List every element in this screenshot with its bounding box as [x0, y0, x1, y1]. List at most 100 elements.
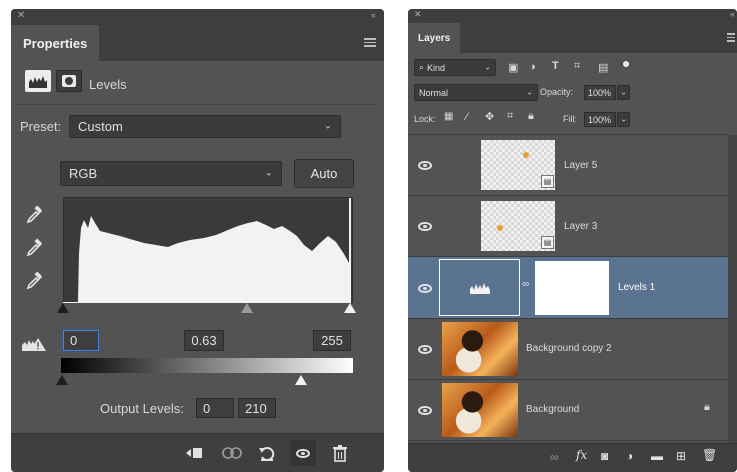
lock-position-icon[interactable]: ✥: [485, 110, 494, 123]
input-gamma-slider[interactable]: [241, 303, 253, 313]
chevron-down-icon: ⌄: [484, 62, 491, 72]
input-gamma-field[interactable]: 0.63: [184, 330, 224, 351]
auto-button[interactable]: Auto: [294, 159, 354, 188]
input-white-field[interactable]: 255: [313, 330, 351, 351]
mask-icon[interactable]: [56, 70, 82, 92]
white-point-eyedropper-icon[interactable]: [25, 271, 43, 291]
opacity-field[interactable]: 100%: [584, 85, 616, 100]
layer-row-layer-5[interactable]: ▤ Layer 5: [408, 135, 728, 196]
channel-dropdown[interactable]: RGB ⌄: [60, 161, 282, 186]
shape-filter-icon[interactable]: ⌗: [574, 60, 580, 73]
layers-toolbar: ∞ fx ◙ ◑ ▬ ⊞ 🗑︎: [408, 443, 737, 472]
layers-panel: ✕ « Layers ⌕ Kind ⌄ ▣ ◑ T ⌗ ▤ Normal ⌄ O…: [408, 9, 737, 472]
visibility-eye-icon[interactable]: [418, 222, 432, 231]
input-black-field[interactable]: 0: [63, 330, 99, 351]
layer-style-icon[interactable]: fx: [576, 448, 587, 462]
adjustment-filter-icon[interactable]: ◑: [529, 61, 536, 73]
type-filter-icon[interactable]: T: [552, 60, 559, 72]
adjustment-layer-thumbnail: [439, 259, 520, 316]
visibility-eye-icon[interactable]: [418, 284, 432, 293]
blend-mode-dropdown[interactable]: Normal ⌄: [414, 84, 538, 101]
close-icon[interactable]: ✕: [414, 9, 422, 20]
layer-thumbnail: [442, 322, 518, 376]
tab-layers[interactable]: Layers: [408, 23, 461, 53]
preset-value: Custom: [78, 119, 123, 134]
add-mask-icon[interactable]: ◙: [601, 449, 608, 463]
lock-transparent-pixels-icon[interactable]: ▦: [444, 111, 453, 122]
preset-label: Preset:: [20, 119, 62, 134]
chevron-down-icon: ⌄: [264, 166, 273, 178]
layer-row-background-copy-2[interactable]: Background copy 2: [408, 319, 728, 380]
panel-menu-icon[interactable]: [364, 38, 376, 47]
layers-scrollbar[interactable]: [728, 135, 737, 447]
output-white-slider[interactable]: [295, 375, 307, 385]
output-black-slider[interactable]: [56, 375, 68, 385]
levels-icon: [470, 283, 490, 294]
visibility-toggle-icon[interactable]: [290, 440, 316, 466]
layer-row-background[interactable]: Background 🔒︎: [408, 380, 728, 441]
properties-title-bar: ✕ «: [11, 9, 384, 25]
layers-title-bar: ✕ «: [408, 9, 737, 23]
pixel-filter-icon[interactable]: ▣: [508, 61, 518, 74]
visibility-eye-icon[interactable]: [418, 161, 432, 170]
histogram: [63, 197, 353, 303]
opacity-dropdown[interactable]: ⌄: [617, 85, 630, 100]
visibility-eye-icon[interactable]: [418, 345, 432, 354]
link-layers-icon[interactable]: ∞: [550, 450, 559, 464]
chevron-down-icon: ⌄: [526, 87, 533, 97]
divider: [17, 104, 378, 105]
lock-image-pixels-icon[interactable]: ⁄: [466, 111, 468, 123]
input-black-slider[interactable]: [57, 303, 69, 313]
histogram-graph: [78, 198, 351, 302]
layer-name: Levels 1: [618, 282, 656, 293]
clip-to-layer-icon[interactable]: [181, 440, 207, 466]
visibility-eye-icon[interactable]: [418, 406, 432, 415]
smart-object-badge-icon: ▤: [541, 236, 554, 249]
output-white-field[interactable]: 210: [238, 398, 276, 418]
clipping-warning-icon[interactable]: [20, 335, 48, 353]
new-layer-icon[interactable]: ⊞: [676, 449, 686, 463]
properties-tab-row: Properties: [11, 25, 384, 61]
new-adjustment-layer-icon[interactable]: ◑: [626, 449, 633, 463]
collapse-icon[interactable]: «: [371, 10, 376, 20]
fill-dropdown[interactable]: ⌄: [617, 112, 630, 127]
fill-field[interactable]: 100%: [584, 112, 616, 127]
layer-name: Background: [526, 404, 580, 415]
lock-icon: 🔒︎: [704, 401, 710, 413]
new-group-icon[interactable]: ▬: [651, 449, 663, 463]
levels-adjustment-icon: [25, 70, 51, 92]
layer-name: Background copy 2: [526, 343, 612, 354]
layer-row-levels-1[interactable]: ∞ Levels 1: [408, 257, 728, 319]
filter-toggle-icon[interactable]: [623, 61, 629, 67]
output-gradient: [61, 358, 353, 373]
delete-layer-icon[interactable]: 🗑︎: [702, 448, 717, 462]
view-previous-state-icon[interactable]: [219, 440, 245, 466]
collapse-icon[interactable]: «: [730, 9, 735, 19]
output-black-field[interactable]: 0: [196, 398, 234, 418]
input-slider-track: [63, 302, 351, 303]
layers-tab-row: Layers: [408, 23, 737, 53]
reset-icon[interactable]: [254, 440, 280, 466]
link-icon[interactable]: ∞: [522, 279, 529, 290]
layer-name: Layer 3: [564, 221, 598, 232]
channel-value: RGB: [69, 166, 98, 181]
layer-mask-thumbnail[interactable]: [535, 261, 609, 315]
lock-label: Lock:: [414, 114, 436, 124]
gray-point-eyedropper-icon[interactable]: [25, 238, 43, 258]
panel-menu-icon[interactable]: [727, 33, 735, 42]
delete-icon[interactable]: [327, 440, 353, 466]
filter-kind-dropdown[interactable]: ⌕ Kind ⌄: [414, 59, 496, 76]
black-point-eyedropper-icon[interactable]: [25, 205, 43, 225]
preset-dropdown[interactable]: Custom ⌄: [69, 115, 341, 138]
layer-thumbnail: [442, 383, 518, 437]
lock-all-icon[interactable]: 🔒︎: [528, 110, 534, 123]
filter-kind-value: Kind: [427, 62, 446, 73]
close-icon[interactable]: ✕: [17, 10, 25, 21]
input-white-slider[interactable]: [344, 303, 356, 313]
lock-artboard-icon[interactable]: ⌗: [507, 110, 513, 123]
layer-row-layer-3[interactable]: ▤ Layer 3: [408, 196, 728, 257]
fill-label: Fill:: [563, 114, 577, 124]
tab-properties[interactable]: Properties: [11, 25, 100, 61]
smart-object-filter-icon[interactable]: ▤: [598, 61, 608, 74]
properties-toolbar: [11, 433, 384, 472]
